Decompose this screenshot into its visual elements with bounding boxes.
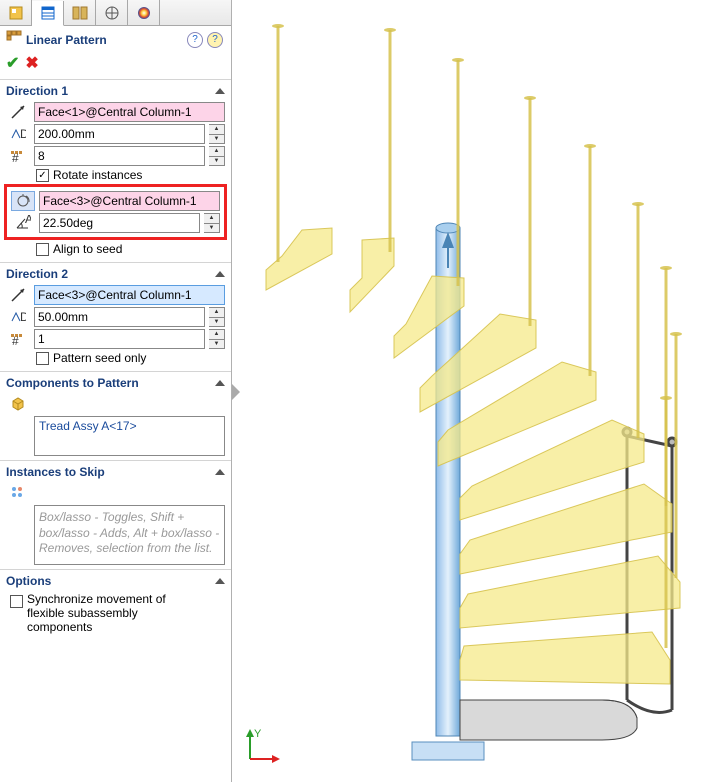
pattern-seed-only-checkbox[interactable]: Pattern seed only bbox=[36, 351, 225, 365]
linear-pattern-icon bbox=[6, 30, 22, 49]
help-icon[interactable]: ? bbox=[207, 32, 223, 48]
reverse-direction1-icon[interactable] bbox=[6, 102, 30, 122]
instances-to-skip-section: Instances to Skip Box/lasso - Toggles, S… bbox=[0, 460, 231, 569]
panel-splitter-handle[interactable] bbox=[232, 380, 242, 407]
instances-to-skip-hint: Box/lasso - Toggles, Shift + box/lasso -… bbox=[39, 510, 219, 555]
reverse-direction2-icon[interactable] bbox=[6, 285, 30, 305]
direction1-title: Direction 1 bbox=[6, 84, 68, 98]
align-to-seed-checkbox[interactable]: Align to seed bbox=[36, 242, 225, 256]
collapse-chevron-icon bbox=[215, 578, 225, 584]
components-section: Components to Pattern Tread Assy A<17> bbox=[0, 371, 231, 460]
instances-to-skip-title: Instances to Skip bbox=[6, 465, 105, 479]
collapse-chevron-icon bbox=[215, 469, 225, 475]
direction2-section: Direction 2 Face<3>@Central Column-1 D2 … bbox=[0, 262, 231, 371]
direction1-edge-input[interactable]: Face<1>@Central Column-1 bbox=[34, 102, 225, 122]
direction1-spacing-spinner[interactable]: ▲▼ bbox=[209, 124, 225, 144]
components-title: Components to Pattern bbox=[6, 376, 139, 390]
direction2-edge-input[interactable]: Face<3>@Central Column-1 bbox=[34, 285, 225, 305]
component-item[interactable]: Tread Assy A<17> bbox=[39, 419, 220, 433]
collapse-chevron-icon bbox=[215, 88, 225, 94]
feature-title-row: Linear Pattern ? ? bbox=[0, 26, 231, 51]
options-title: Options bbox=[6, 574, 51, 588]
count-d2-icon: # bbox=[6, 329, 30, 349]
skip-instances-icon bbox=[6, 483, 30, 503]
svg-text:Y: Y bbox=[254, 728, 262, 740]
direction1-count-input[interactable]: 8 bbox=[34, 146, 205, 166]
orientation-triad[interactable]: Y bbox=[242, 727, 282, 770]
highlighted-rotation-group: Face<3>@Central Column-1 A 22.50deg ▲▼ bbox=[4, 184, 227, 240]
graphics-viewport[interactable]: Y bbox=[232, 0, 708, 782]
tab-property-manager[interactable] bbox=[32, 1, 64, 26]
checkbox-unchecked-icon bbox=[36, 352, 49, 365]
direction2-count-input[interactable]: 1 bbox=[34, 329, 205, 349]
spacing-d2-icon: D2 bbox=[6, 307, 30, 327]
svg-text:D1: D1 bbox=[20, 127, 26, 141]
rotation-axis-input[interactable]: Face<3>@Central Column-1 bbox=[39, 191, 220, 211]
checkbox-unchecked-icon bbox=[10, 595, 23, 608]
rotate-instances-label: Rotate instances bbox=[53, 168, 142, 182]
direction1-count-spinner[interactable]: ▲▼ bbox=[209, 146, 225, 166]
instances-to-skip-header[interactable]: Instances to Skip bbox=[6, 465, 225, 481]
options-section: Options Synchronize movement of flexible… bbox=[0, 569, 231, 640]
tab-display-manager[interactable] bbox=[128, 0, 160, 25]
direction2-spacing-spinner[interactable]: ▲▼ bbox=[209, 307, 225, 327]
direction2-count-spinner[interactable]: ▲▼ bbox=[209, 329, 225, 349]
angle-icon: A bbox=[11, 213, 35, 233]
svg-text:A: A bbox=[25, 215, 31, 226]
sync-flexible-label: Synchronize movement of flexible subasse… bbox=[27, 592, 197, 634]
help-previous-icon[interactable]: ? bbox=[187, 32, 203, 48]
pattern-seed-only-label: Pattern seed only bbox=[53, 351, 146, 365]
spacing-d1-icon: D1 bbox=[6, 124, 30, 144]
collapse-chevron-icon bbox=[215, 271, 225, 277]
svg-text:#: # bbox=[12, 151, 19, 164]
rotate-instances-checkbox[interactable]: ✓ Rotate instances bbox=[36, 168, 225, 182]
collapse-chevron-icon bbox=[215, 380, 225, 386]
direction1-spacing-input[interactable]: 200.00mm bbox=[34, 124, 205, 144]
panel-tabs bbox=[0, 0, 231, 26]
svg-text:#: # bbox=[12, 334, 19, 347]
direction1-section: Direction 1 Face<1>@Central Column-1 D1 … bbox=[0, 79, 231, 262]
tab-config-manager[interactable] bbox=[64, 0, 96, 25]
ok-cancel-row: ✔ ✖ bbox=[0, 51, 231, 79]
svg-text:D2: D2 bbox=[20, 310, 26, 324]
direction2-title: Direction 2 bbox=[6, 267, 68, 281]
checkbox-unchecked-icon bbox=[36, 243, 49, 256]
checkbox-checked-icon: ✓ bbox=[36, 169, 49, 182]
tab-dimxpert[interactable] bbox=[96, 0, 128, 25]
count-d1-icon: # bbox=[6, 146, 30, 166]
options-header[interactable]: Options bbox=[6, 574, 225, 590]
align-to-seed-label: Align to seed bbox=[53, 242, 122, 256]
property-manager-panel: Linear Pattern ? ? ✔ ✖ Direction 1 Face<… bbox=[0, 0, 232, 782]
tab-feature-tree[interactable] bbox=[0, 0, 32, 25]
instances-to-skip-listbox[interactable]: Box/lasso - Toggles, Shift + box/lasso -… bbox=[34, 505, 225, 565]
component-icon bbox=[6, 394, 30, 414]
ok-button[interactable]: ✔ bbox=[6, 53, 19, 73]
model-preview bbox=[232, 0, 708, 782]
feature-title: Linear Pattern bbox=[26, 33, 185, 47]
sync-flexible-checkbox[interactable]: Synchronize movement of flexible subasse… bbox=[10, 592, 225, 634]
cancel-button[interactable]: ✖ bbox=[25, 53, 38, 73]
components-listbox[interactable]: Tread Assy A<17> bbox=[34, 416, 225, 456]
components-header[interactable]: Components to Pattern bbox=[6, 376, 225, 392]
rotation-axis-icon[interactable] bbox=[11, 191, 35, 211]
direction2-header[interactable]: Direction 2 bbox=[6, 267, 225, 283]
direction1-header[interactable]: Direction 1 bbox=[6, 84, 225, 100]
rotation-angle-spinner[interactable]: ▲▼ bbox=[204, 213, 220, 233]
direction2-spacing-input[interactable]: 50.00mm bbox=[34, 307, 205, 327]
rotation-angle-input[interactable]: 22.50deg bbox=[39, 213, 200, 233]
